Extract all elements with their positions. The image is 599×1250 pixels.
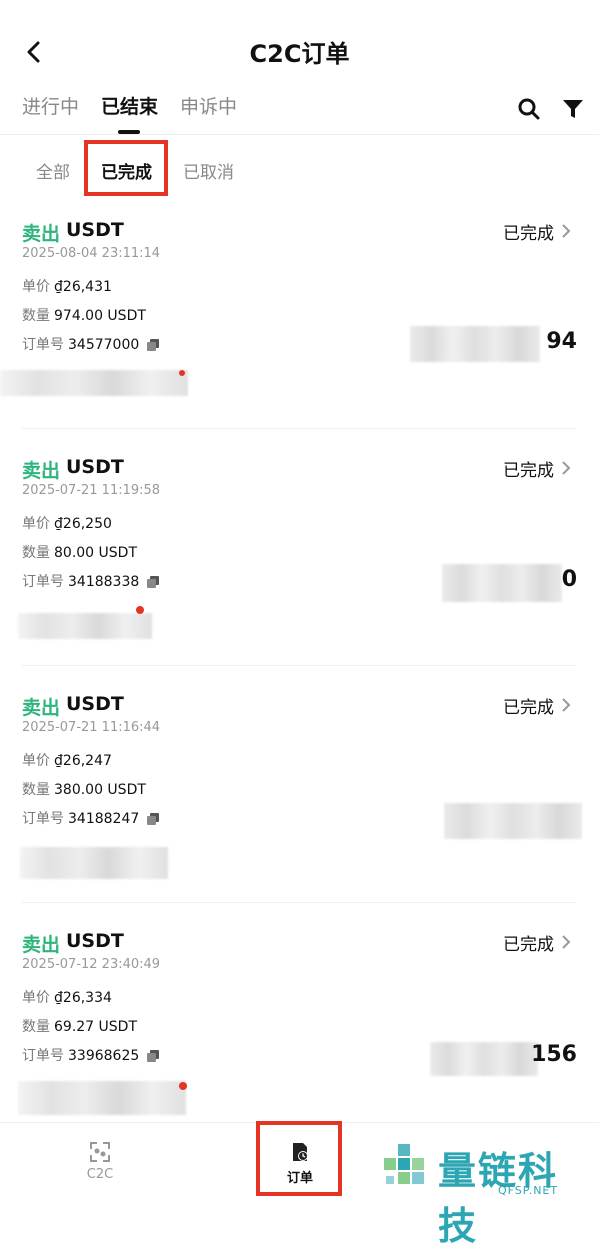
copy-icon[interactable] xyxy=(147,576,160,588)
order-no-value: 34577000 xyxy=(68,337,140,353)
header: C2C订单 xyxy=(0,0,599,100)
nav-c2c-label: C2C xyxy=(86,1167,114,1182)
price-row: 单价 ₫26,334 xyxy=(22,987,112,1007)
order-side: 卖出 xyxy=(22,223,61,245)
divider xyxy=(0,134,599,135)
price-value: ₫26,431 xyxy=(54,279,112,295)
unread-dot xyxy=(136,606,144,614)
order-asset: USDT xyxy=(66,693,124,715)
order-time: 2025-07-21 11:19:58 xyxy=(22,483,161,498)
order-no-row: 订单号 34577000 xyxy=(22,334,160,354)
order-no-row: 订单号 33968625 xyxy=(22,1045,160,1065)
order-card[interactable]: 卖出 USDT 已完成 2025-08-04 23:11:14 单价 ₫26,43… xyxy=(0,219,599,456)
quantity-label: 数量 xyxy=(22,545,50,561)
redacted-amount xyxy=(442,564,562,602)
order-time: 2025-08-04 23:11:14 xyxy=(22,246,161,261)
chevron-right-icon xyxy=(562,935,571,949)
order-status: 已完成 xyxy=(503,698,554,718)
quantity-value: 380.00 USDT xyxy=(54,782,146,798)
order-asset: USDT xyxy=(66,219,124,241)
price-label: 单价 xyxy=(22,753,50,769)
order-side: 卖出 xyxy=(22,697,61,719)
redacted-amount xyxy=(444,803,582,839)
separator xyxy=(22,902,577,903)
order-no-label: 订单号 xyxy=(22,1048,64,1064)
tab-ended[interactable]: 已结束 xyxy=(101,92,158,119)
tab-appeal[interactable]: 申诉中 xyxy=(180,92,237,119)
quantity-label: 数量 xyxy=(22,782,50,798)
price-label: 单价 xyxy=(22,990,50,1006)
watermark: 量链科技 QFSP.NET xyxy=(380,1140,595,1248)
price-label: 单价 xyxy=(22,516,50,532)
copy-icon[interactable] xyxy=(147,813,160,825)
price-row: 单价 ₫26,247 xyxy=(22,750,112,770)
order-amount: 94 xyxy=(546,329,577,354)
price-value: ₫26,250 xyxy=(54,516,112,532)
tab-bar: 进行中 已结束 申诉中 xyxy=(0,92,599,134)
separator xyxy=(22,665,577,666)
copy-icon[interactable] xyxy=(147,339,160,351)
price-value: ₫26,334 xyxy=(54,990,112,1006)
redacted-counterparty xyxy=(20,847,168,879)
nav-c2c[interactable]: C2C xyxy=(82,1141,118,1182)
order-no-value: 33968625 xyxy=(68,1048,140,1064)
order-no-label: 订单号 xyxy=(22,574,64,590)
redacted-amount xyxy=(430,1042,538,1076)
order-amount: 0 xyxy=(561,567,577,592)
order-no-row: 订单号 34188247 xyxy=(22,808,160,828)
order-time: 2025-07-21 11:16:44 xyxy=(22,720,161,735)
price-value: ₫26,247 xyxy=(54,753,112,769)
redacted-amount xyxy=(410,326,540,362)
redacted-counterparty xyxy=(18,1081,186,1115)
search-icon[interactable] xyxy=(516,96,542,122)
quantity-value: 80.00 USDT xyxy=(54,545,137,561)
order-no-label: 订单号 xyxy=(22,811,64,827)
highlight-box-nav xyxy=(256,1121,342,1196)
redacted-counterparty xyxy=(18,613,152,639)
order-card[interactable]: 卖出 USDT 已完成 2025-07-21 11:19:58 单价 ₫26,25… xyxy=(0,456,599,693)
subtab-cancelled[interactable]: 已取消 xyxy=(183,158,234,183)
price-row: 单价 ₫26,250 xyxy=(22,513,112,533)
quantity-row: 数量 974.00 USDT xyxy=(22,305,146,325)
chevron-right-icon xyxy=(562,461,571,475)
page-title: C2C订单 xyxy=(249,40,350,68)
redacted-counterparty xyxy=(0,370,188,396)
quantity-row: 数量 69.27 USDT xyxy=(22,1016,137,1036)
chevron-right-icon xyxy=(562,224,571,238)
watermark-subtext: QFSP.NET xyxy=(498,1184,559,1197)
order-amount: 156 xyxy=(531,1042,577,1067)
order-asset: USDT xyxy=(66,456,124,478)
order-side: 卖出 xyxy=(22,934,61,956)
highlight-box-subtab xyxy=(84,140,168,196)
order-no-row: 订单号 34188338 xyxy=(22,571,160,591)
separator xyxy=(22,428,577,429)
quantity-label: 数量 xyxy=(22,1019,50,1035)
unread-dot xyxy=(179,1082,187,1090)
watermark-logo-icon xyxy=(384,1144,424,1184)
price-label: 单价 xyxy=(22,279,50,295)
order-no-label: 订单号 xyxy=(22,337,64,353)
order-no-value: 34188338 xyxy=(68,574,140,590)
order-status: 已完成 xyxy=(503,224,554,244)
quantity-value: 69.27 USDT xyxy=(54,1019,137,1035)
order-no-value: 34188247 xyxy=(68,811,140,827)
quantity-value: 974.00 USDT xyxy=(54,308,146,324)
subtab-all[interactable]: 全部 xyxy=(36,158,70,183)
quantity-label: 数量 xyxy=(22,308,50,324)
order-side: 卖出 xyxy=(22,460,61,482)
price-row: 单价 ₫26,431 xyxy=(22,276,112,296)
order-status: 已完成 xyxy=(503,461,554,481)
order-status: 已完成 xyxy=(503,935,554,955)
order-card[interactable]: 卖出 USDT 已完成 2025-07-21 11:16:44 单价 ₫26,24… xyxy=(0,693,599,930)
c2c-icon xyxy=(90,1142,110,1162)
tab-in-progress[interactable]: 进行中 xyxy=(22,92,79,119)
chevron-right-icon xyxy=(562,698,571,712)
quantity-row: 数量 380.00 USDT xyxy=(22,779,146,799)
unread-dot xyxy=(179,370,185,376)
copy-icon[interactable] xyxy=(147,1050,160,1062)
filter-icon[interactable] xyxy=(560,96,586,122)
order-time: 2025-07-12 23:40:49 xyxy=(22,957,161,972)
quantity-row: 数量 80.00 USDT xyxy=(22,542,137,562)
order-asset: USDT xyxy=(66,930,124,952)
